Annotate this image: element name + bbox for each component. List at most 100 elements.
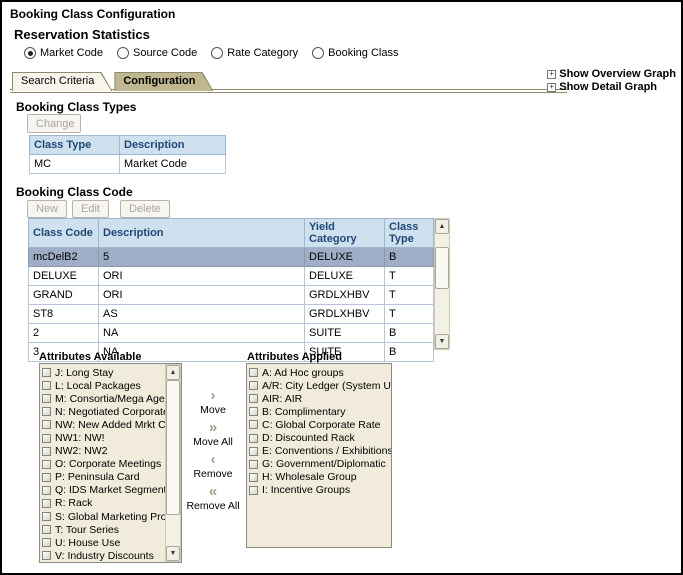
checkbox-icon[interactable] xyxy=(249,473,258,482)
table-row[interactable]: mcDelB2 5 DELUXE B xyxy=(29,248,434,267)
list-item[interactable]: V: Industry Discounts xyxy=(42,549,165,562)
move-all-button[interactable]: Move All xyxy=(193,436,233,448)
list-item[interactable]: C: Global Corporate Rate xyxy=(249,418,391,431)
checkbox-icon[interactable] xyxy=(249,407,258,416)
radio-market-code[interactable]: Market Code xyxy=(24,47,103,59)
tab-search-criteria[interactable]: Search Criteria xyxy=(12,72,112,91)
checkbox-icon[interactable] xyxy=(249,434,258,443)
remove-icon[interactable]: ‹ xyxy=(211,452,216,468)
list-item[interactable]: U: House Use xyxy=(42,536,165,549)
change-button[interactable]: Change xyxy=(27,114,81,133)
list-item[interactable]: H: Wholesale Group xyxy=(249,471,391,484)
list-item[interactable]: P: Peninsula Card xyxy=(42,471,165,484)
list-item[interactable]: Q: IDS Market Segment xyxy=(42,484,165,497)
checkbox-icon[interactable] xyxy=(42,447,51,456)
checkbox-icon[interactable] xyxy=(42,486,51,495)
remove-all-icon[interactable]: « xyxy=(209,484,217,500)
checkbox-icon[interactable] xyxy=(42,420,51,429)
checkbox-icon[interactable] xyxy=(249,394,258,403)
checkbox-icon[interactable] xyxy=(42,460,51,469)
checkbox-icon[interactable] xyxy=(42,368,51,377)
table-row[interactable]: MC Market Code xyxy=(30,155,226,174)
scroll-down-icon[interactable]: ▼ xyxy=(435,334,449,349)
attributes-available-list[interactable]: J: Long Stay L: Local Packages M: Consor… xyxy=(39,363,182,563)
scroll-up-icon[interactable]: ▲ xyxy=(435,219,449,234)
table-row[interactable]: 2 NA SUITE B xyxy=(29,324,434,343)
list-item[interactable]: NW2: NW2 xyxy=(42,445,165,458)
attributes-applied-list[interactable]: A: Ad Hoc groups A/R: City Ledger (Syste… xyxy=(246,363,392,548)
list-item[interactable]: T: Tour Series xyxy=(42,523,165,536)
show-detail-graph-link[interactable]: + Show Detail Graph xyxy=(547,81,676,93)
checkbox-icon[interactable] xyxy=(42,525,51,534)
radio-icon[interactable] xyxy=(24,47,36,59)
move-all-icon[interactable]: » xyxy=(209,420,217,436)
radio-booking-class[interactable]: Booking Class xyxy=(312,47,398,59)
delete-button[interactable]: Delete xyxy=(120,200,170,218)
checkbox-icon[interactable] xyxy=(42,407,51,416)
column-header[interactable]: Description xyxy=(99,219,305,248)
edit-button[interactable]: Edit xyxy=(72,200,109,218)
list-item[interactable]: NW1: NW! xyxy=(42,431,165,444)
scroll-thumb[interactable] xyxy=(435,247,449,289)
column-header[interactable]: Class Code xyxy=(29,219,99,248)
move-button[interactable]: Move xyxy=(200,404,226,416)
show-overview-graph-link[interactable]: + Show Overview Graph xyxy=(547,68,676,80)
radio-icon[interactable] xyxy=(117,47,129,59)
list-item[interactable]: A: Ad Hoc groups xyxy=(249,366,391,379)
table-row[interactable]: GRAND ORI GRDLXHBV T xyxy=(29,286,434,305)
move-icon[interactable]: › xyxy=(211,388,216,404)
list-item[interactable]: I: Incentive Groups xyxy=(249,484,391,497)
column-header[interactable]: Description xyxy=(120,136,226,155)
checkbox-icon[interactable] xyxy=(42,512,51,521)
vertical-scrollbar[interactable]: ▲ ▼ xyxy=(165,364,181,562)
list-item[interactable]: M: Consortia/Mega Agencies xyxy=(42,392,165,405)
list-item[interactable]: NW: New Added Mrkt Code xyxy=(42,418,165,431)
radio-rate-category[interactable]: Rate Category xyxy=(211,47,298,59)
checkbox-icon[interactable] xyxy=(249,420,258,429)
radio-icon[interactable] xyxy=(312,47,324,59)
scroll-track[interactable] xyxy=(166,380,180,546)
column-header[interactable]: Class Type xyxy=(385,219,434,248)
scroll-down-icon[interactable]: ▼ xyxy=(166,546,180,561)
list-item[interactable]: E: Conventions / Exhibitions xyxy=(249,445,391,458)
table-row[interactable]: ST8 AS GRDLXHBV T xyxy=(29,305,434,324)
list-item[interactable]: L: Local Packages xyxy=(42,379,165,392)
radio-source-code[interactable]: Source Code xyxy=(117,47,197,59)
remove-button[interactable]: Remove xyxy=(193,468,232,480)
list-item[interactable]: B: Complimentary xyxy=(249,405,391,418)
vertical-scrollbar[interactable]: ▲ ▼ xyxy=(434,218,450,350)
checkbox-icon[interactable] xyxy=(42,434,51,443)
scroll-up-icon[interactable]: ▲ xyxy=(166,365,180,380)
scroll-track[interactable] xyxy=(435,234,449,334)
list-item[interactable]: D: Discounted Rack xyxy=(249,431,391,444)
expand-plus-icon[interactable]: + xyxy=(547,83,556,92)
checkbox-icon[interactable] xyxy=(249,460,258,469)
list-item[interactable]: A/R: City Ledger (System Used) xyxy=(249,379,391,392)
list-item[interactable]: S: Global Marketing Programme xyxy=(42,510,165,523)
list-item[interactable]: O: Corporate Meetings xyxy=(42,458,165,471)
table-row[interactable]: DELUXE ORI DELUXE T xyxy=(29,267,434,286)
radio-icon[interactable] xyxy=(211,47,223,59)
checkbox-icon[interactable] xyxy=(249,486,258,495)
column-header[interactable]: Class Type xyxy=(30,136,120,155)
checkbox-icon[interactable] xyxy=(42,473,51,482)
checkbox-icon[interactable] xyxy=(42,394,51,403)
checkbox-icon[interactable] xyxy=(42,538,51,547)
list-item[interactable]: AIR: AIR xyxy=(249,392,391,405)
checkbox-icon[interactable] xyxy=(249,447,258,456)
list-item[interactable]: G: Government/Diplomatic xyxy=(249,458,391,471)
checkbox-icon[interactable] xyxy=(249,368,258,377)
checkbox-icon[interactable] xyxy=(42,499,51,508)
expand-plus-icon[interactable]: + xyxy=(547,70,556,79)
remove-all-button[interactable]: Remove All xyxy=(186,500,239,512)
new-button[interactable]: New xyxy=(27,200,67,218)
scroll-thumb[interactable] xyxy=(166,380,180,515)
list-item[interactable]: R: Rack xyxy=(42,497,165,510)
list-item[interactable]: N: Negotiated Corporate xyxy=(42,405,165,418)
list-item[interactable]: J: Long Stay xyxy=(42,366,165,379)
checkbox-icon[interactable] xyxy=(249,381,258,390)
checkbox-icon[interactable] xyxy=(42,381,51,390)
column-header[interactable]: Yield Category xyxy=(305,219,385,248)
checkbox-icon[interactable] xyxy=(42,551,51,560)
tab-configuration[interactable]: Configuration xyxy=(114,72,213,91)
